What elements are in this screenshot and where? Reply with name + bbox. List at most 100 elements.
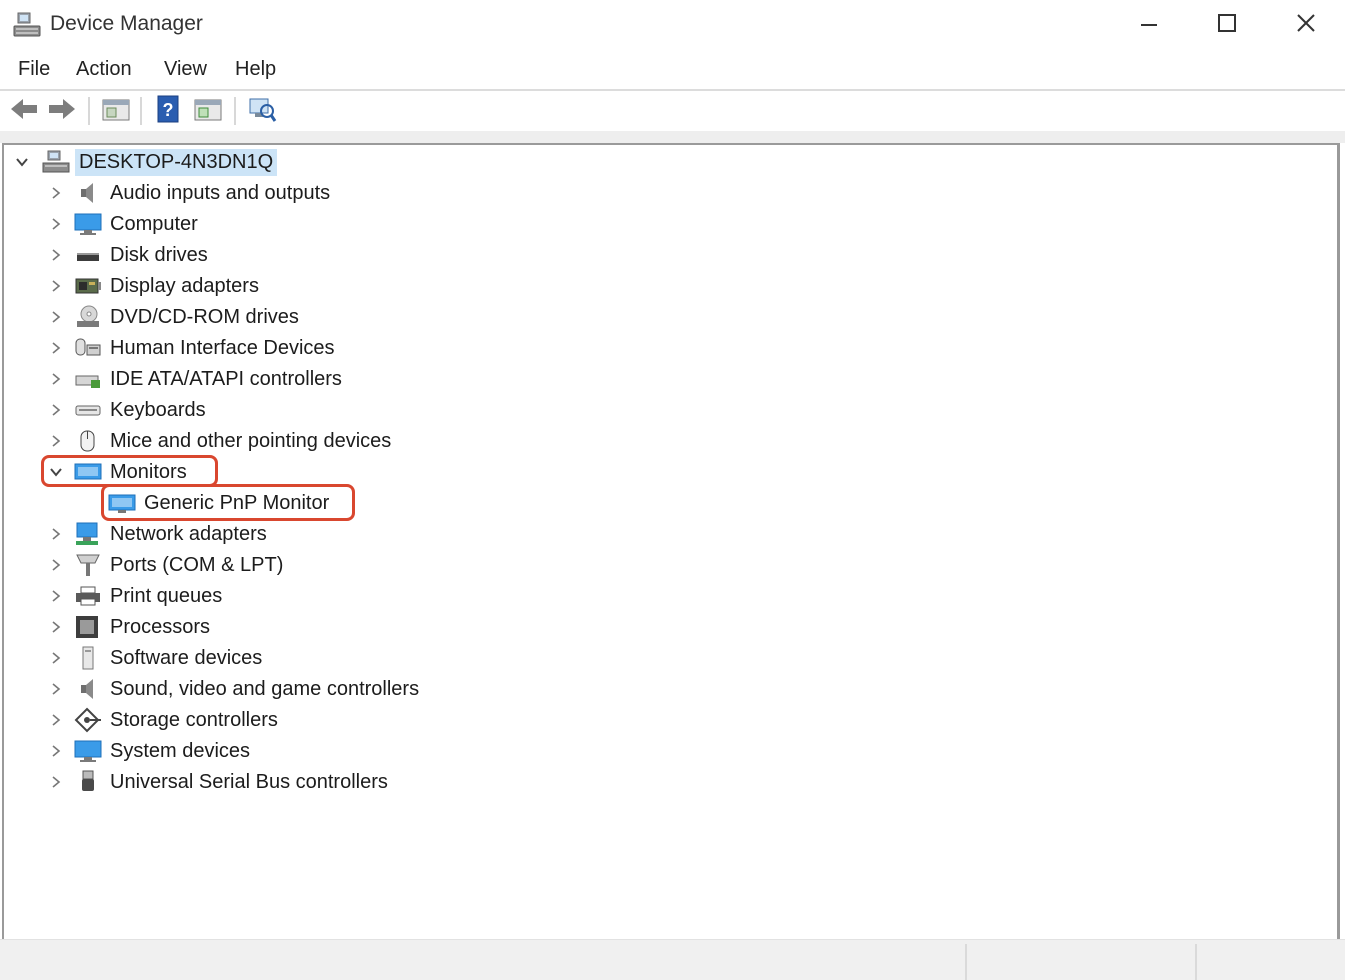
- tree-item-computer[interactable]: Computer: [4, 209, 604, 239]
- tree-item-label: Software devices: [110, 646, 263, 669]
- tree-item-label: Network adapters: [110, 522, 267, 545]
- toolbar-separator: [140, 97, 142, 125]
- tree-item-sound-controllers[interactable]: Sound, video and game controllers: [4, 674, 604, 704]
- chevron-right-icon[interactable]: [48, 340, 64, 356]
- status-divider: [1195, 944, 1197, 980]
- network-adapter-icon: [74, 521, 102, 547]
- properties-button[interactable]: [100, 95, 132, 127]
- title-bar: Device Manager: [0, 0, 1345, 50]
- chevron-right-icon[interactable]: [48, 526, 64, 542]
- tree-item-keyboards[interactable]: Keyboards: [4, 395, 604, 425]
- minimize-button[interactable]: [1110, 0, 1188, 50]
- tree-item-label: Sound, video and game controllers: [110, 677, 420, 700]
- scan-hardware-button[interactable]: [246, 95, 278, 127]
- computer-network-icon: [42, 149, 70, 175]
- tree-item-label: Storage controllers: [110, 708, 278, 731]
- menu-view[interactable]: View: [162, 58, 209, 81]
- chevron-right-icon[interactable]: [48, 185, 64, 201]
- display-adapter-icon: [74, 273, 102, 299]
- tree-item-label: Print queues: [110, 584, 223, 607]
- hid-icon: [74, 335, 102, 361]
- dvd-drive-icon: [74, 304, 102, 330]
- chevron-right-icon[interactable]: [48, 247, 64, 263]
- tree-item-label: Processors: [110, 615, 211, 638]
- close-icon: [1295, 12, 1317, 39]
- chevron-right-icon[interactable]: [48, 588, 64, 604]
- help-button[interactable]: ?: [152, 95, 184, 127]
- scan-hardware-icon: [247, 95, 277, 128]
- tree-item-disk-drives[interactable]: Disk drives: [4, 240, 604, 270]
- tree-item-hid[interactable]: Human Interface Devices: [4, 333, 604, 363]
- highlight-box-monitors: [41, 455, 218, 487]
- chevron-right-icon[interactable]: [48, 371, 64, 387]
- tree-item-label: Disk drives: [110, 243, 208, 266]
- device-tree-panel[interactable]: DESKTOP-4N3DN1Q Audio inputs and outputs…: [2, 143, 1340, 939]
- tree-item-dvd-drives[interactable]: DVD/CD-ROM drives: [4, 302, 604, 332]
- menu-help[interactable]: Help: [233, 58, 278, 81]
- root-label: DESKTOP-4N3DN1Q: [75, 148, 278, 176]
- chevron-right-icon[interactable]: [48, 309, 64, 325]
- tree-item-label: Ports (COM & LPT): [110, 553, 284, 576]
- tree-item-label: IDE ATA/ATAPI controllers: [110, 367, 342, 390]
- forward-button[interactable]: [46, 95, 78, 127]
- monitor-icon: [74, 211, 102, 237]
- tree-item-software-devices[interactable]: Software devices: [4, 643, 604, 673]
- chevron-right-icon[interactable]: [48, 557, 64, 573]
- menu-file[interactable]: File: [16, 58, 52, 81]
- tree-item-storage-controllers[interactable]: Storage controllers: [4, 705, 604, 735]
- tree-item-label: Mice and other pointing devices: [110, 429, 392, 452]
- menu-action[interactable]: Action: [74, 58, 134, 81]
- status-bar: [0, 939, 1345, 980]
- tree-item-label: Universal Serial Bus controllers: [110, 770, 388, 793]
- maximize-icon: [1217, 13, 1237, 38]
- highlight-box-generic-pnp-monitor: [101, 484, 355, 521]
- tree-item-usb-controllers[interactable]: Universal Serial Bus controllers: [4, 767, 604, 797]
- software-device-icon: [74, 645, 102, 671]
- window-title: Device Manager: [50, 12, 203, 35]
- mouse-icon: [74, 428, 102, 454]
- tree-item-print-queues[interactable]: Print queues: [4, 581, 604, 611]
- toolbar-separator: [234, 97, 236, 125]
- device-manager-icon: [12, 10, 42, 40]
- minimize-icon: [1139, 13, 1159, 38]
- toolbar: ?: [0, 91, 1345, 131]
- tree-root[interactable]: DESKTOP-4N3DN1Q: [4, 147, 604, 177]
- tree-item-processors[interactable]: Processors: [4, 612, 604, 642]
- port-icon: [74, 552, 102, 578]
- chevron-down-icon[interactable]: [14, 154, 30, 170]
- chevron-right-icon[interactable]: [48, 433, 64, 449]
- chevron-right-icon[interactable]: [48, 278, 64, 294]
- toolbar-separator: [88, 97, 90, 125]
- tree-item-label: Human Interface Devices: [110, 336, 335, 359]
- tree-item-display-adapters[interactable]: Display adapters: [4, 271, 604, 301]
- toolbar-spacer: [0, 131, 1345, 143]
- tree-item-network-adapters[interactable]: Network adapters: [4, 519, 604, 549]
- back-button[interactable]: [8, 95, 40, 127]
- chevron-right-icon[interactable]: [48, 712, 64, 728]
- chevron-right-icon[interactable]: [48, 402, 64, 418]
- speaker-icon: [74, 676, 102, 702]
- tree-item-ports[interactable]: Ports (COM & LPT): [4, 550, 604, 580]
- chevron-right-icon[interactable]: [48, 650, 64, 666]
- chevron-right-icon[interactable]: [48, 619, 64, 635]
- chevron-right-icon[interactable]: [48, 743, 64, 759]
- tree-item-label: Keyboards: [110, 398, 206, 421]
- tree-item-mice[interactable]: Mice and other pointing devices: [4, 426, 604, 456]
- tree-item-audio[interactable]: Audio inputs and outputs: [4, 178, 604, 208]
- close-button[interactable]: [1267, 0, 1345, 50]
- chevron-right-icon[interactable]: [48, 681, 64, 697]
- usb-icon: [74, 769, 102, 795]
- chevron-right-icon[interactable]: [48, 216, 64, 232]
- help-icon: ?: [154, 94, 182, 129]
- storage-controller-icon: [74, 707, 102, 733]
- tree-item-label: Computer: [110, 212, 198, 235]
- maximize-button[interactable]: [1188, 0, 1266, 50]
- tree-item-label: DVD/CD-ROM drives: [110, 305, 299, 328]
- tree-item-system-devices[interactable]: System devices: [4, 736, 604, 766]
- tree-item-ide-controllers[interactable]: IDE ATA/ATAPI controllers: [4, 364, 604, 394]
- chevron-right-icon[interactable]: [48, 774, 64, 790]
- update-driver-button[interactable]: [192, 95, 224, 127]
- system-device-icon: [74, 738, 102, 764]
- back-icon: [9, 97, 39, 126]
- update-driver-icon: [193, 96, 223, 127]
